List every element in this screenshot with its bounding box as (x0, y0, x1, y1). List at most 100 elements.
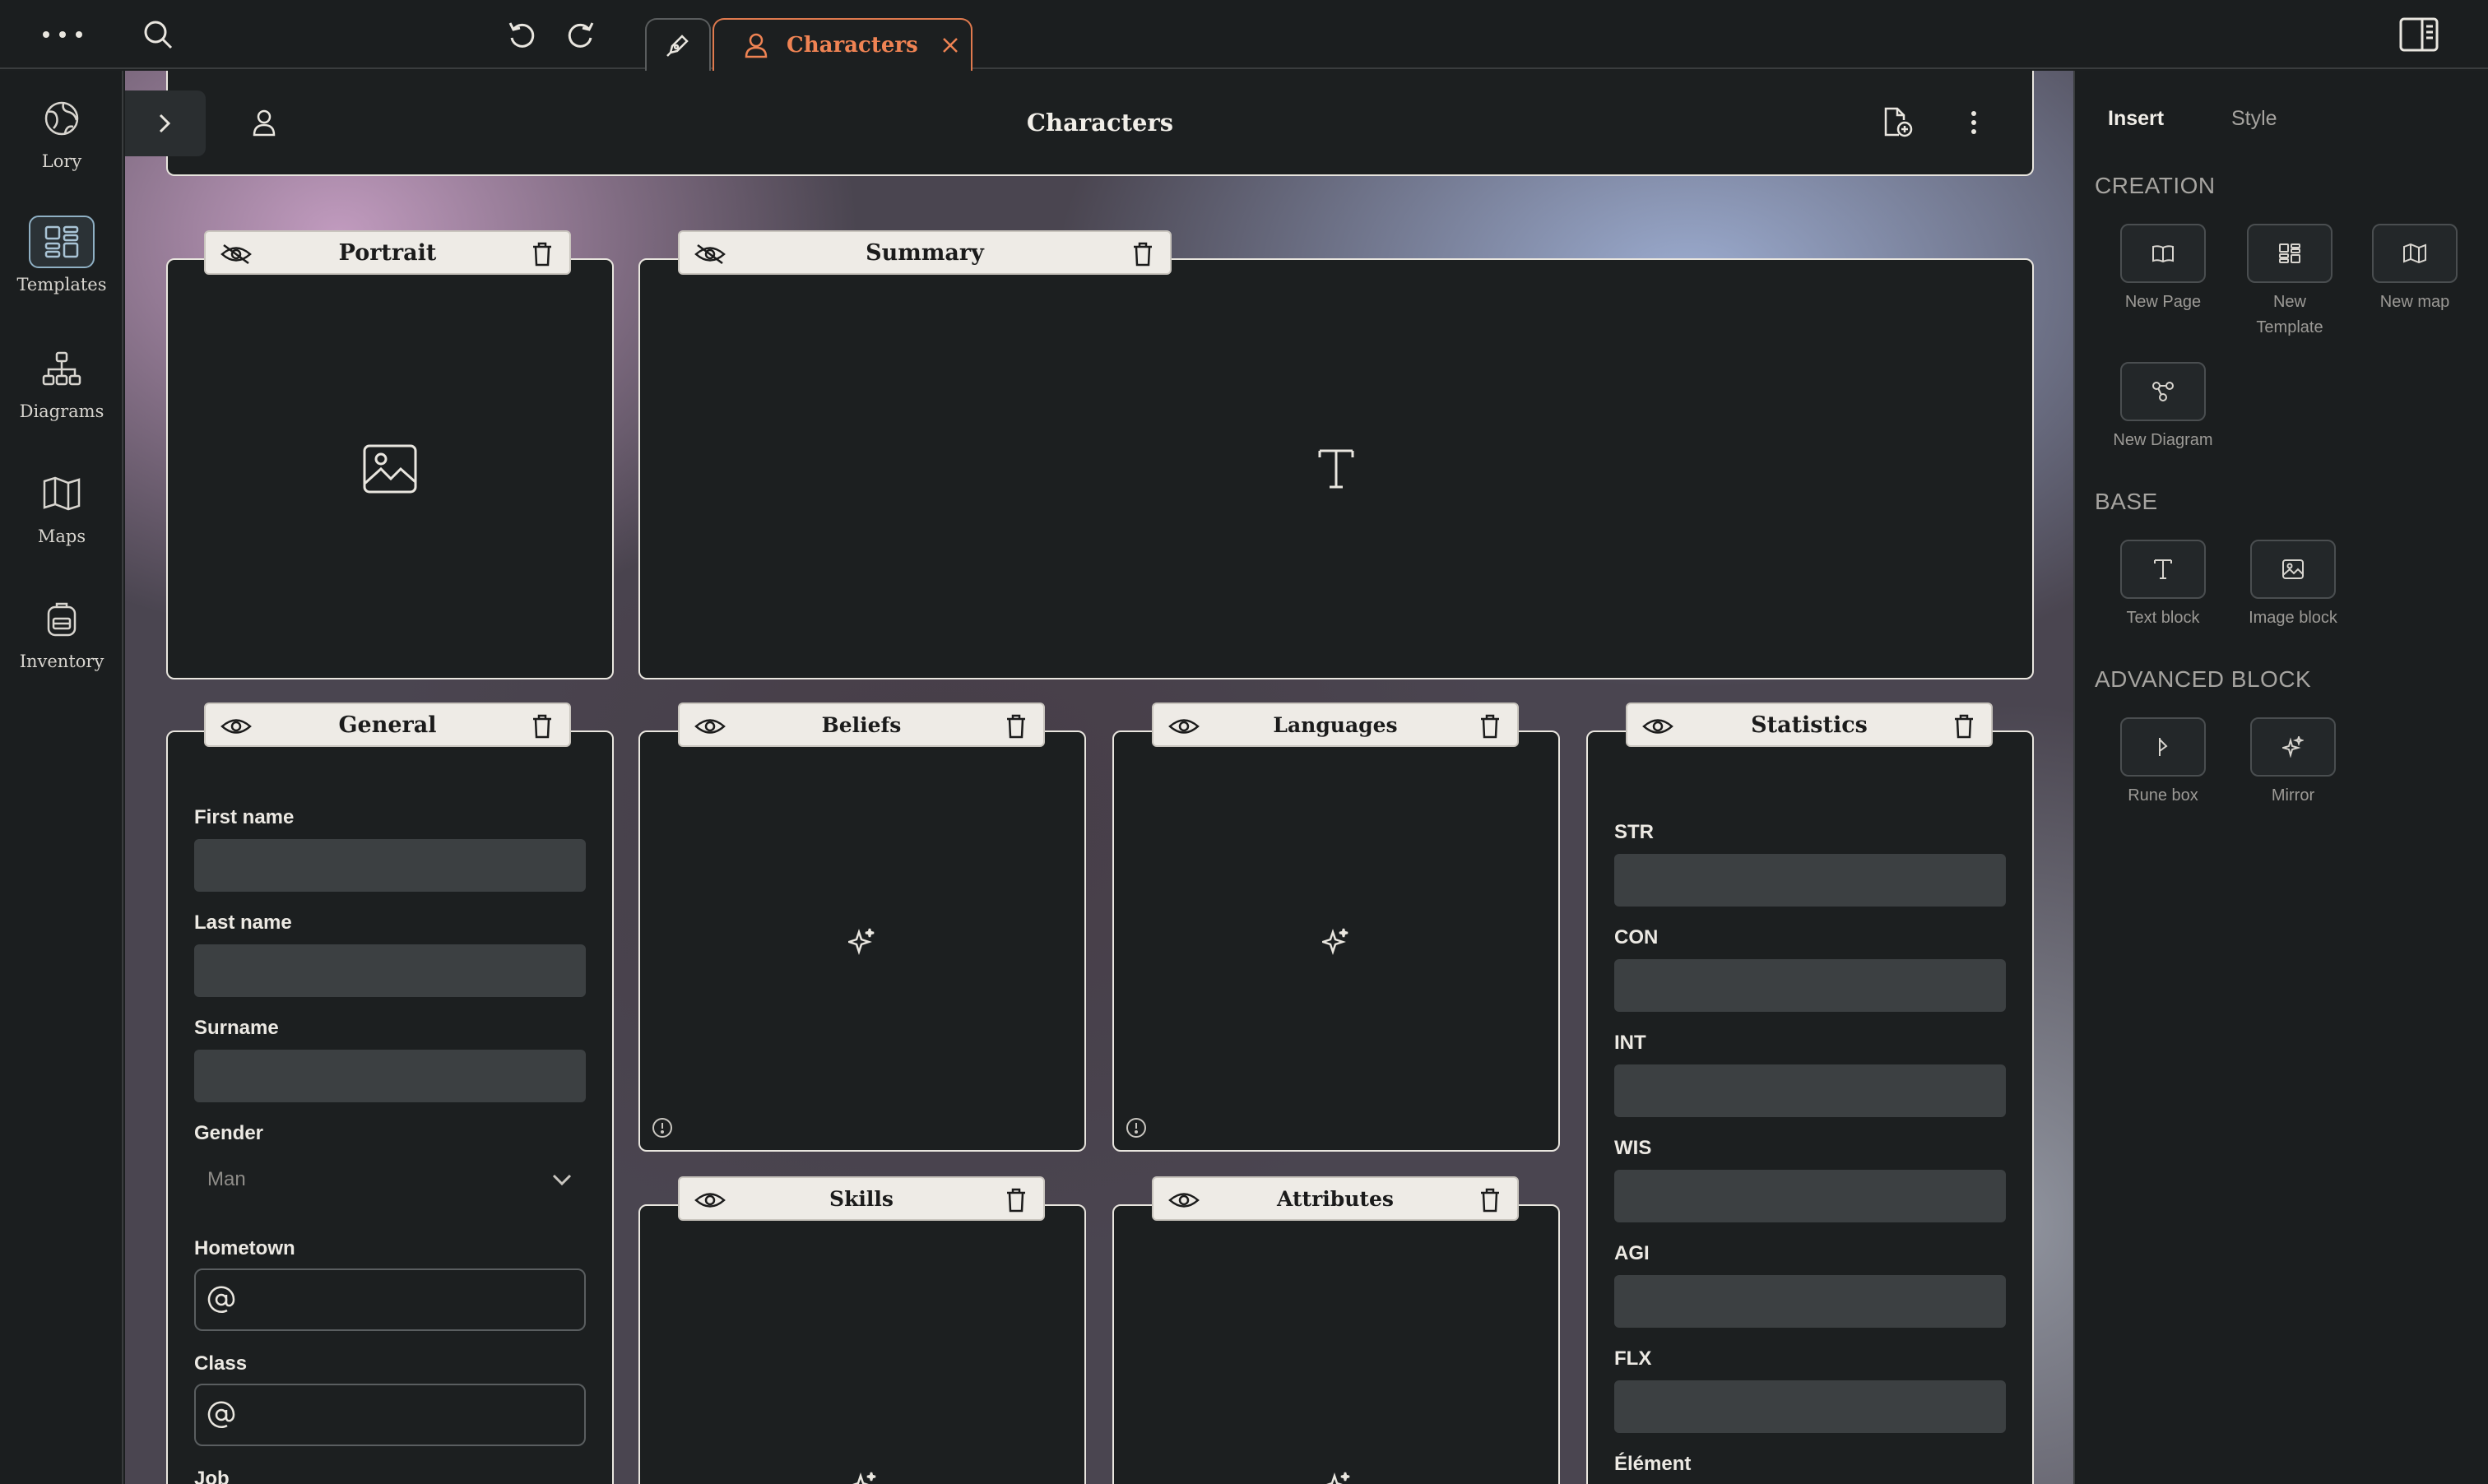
eye-icon[interactable] (694, 1190, 726, 1211)
diagram-icon (2152, 382, 2174, 401)
general-label: General (204, 703, 571, 747)
map-icon (2403, 243, 2426, 263)
add-file-icon[interactable] (1882, 107, 1914, 138)
beliefs-label: Beliefs (678, 703, 1045, 747)
user-icon (745, 33, 768, 58)
chevron-right-icon (159, 114, 171, 133)
trash-icon[interactable] (1132, 242, 1153, 267)
sidebar-item-maps[interactable]: Maps (0, 467, 123, 546)
map-icon (29, 467, 95, 520)
attributes-block[interactable] (1112, 1204, 1560, 1484)
class-field[interactable] (194, 1384, 586, 1446)
portrait-block[interactable] (166, 258, 614, 679)
rune-box-button[interactable]: Rune box (2110, 717, 2216, 809)
eye-icon[interactable] (220, 716, 252, 737)
new-template-button[interactable]: New Template (2236, 224, 2343, 341)
expand-button[interactable] (125, 90, 206, 156)
page-header: Characters (166, 71, 2034, 176)
flx-field[interactable] (1614, 1380, 2006, 1433)
new-page-button[interactable]: New Page (2110, 224, 2216, 315)
wis-field[interactable] (1614, 1170, 2006, 1222)
statistics-block[interactable]: STR CON INT WIS AGI FLX Élément (1586, 730, 2034, 1484)
sidebar-item-label: Templates (16, 275, 107, 294)
diagram-icon (29, 342, 95, 395)
con-label: CON (1614, 926, 1659, 948)
general-block[interactable]: First name Last name Surname Gender Man … (166, 730, 614, 1484)
redo-icon[interactable] (558, 12, 604, 58)
sidebar-item-lory[interactable]: Lory (0, 92, 123, 171)
skills-block[interactable] (638, 1204, 1086, 1484)
advanced-block-heading: ADVANCED BLOCK (2095, 666, 2312, 692)
sidebar-item-label: Lory (41, 151, 82, 171)
sidebar-item-templates[interactable]: Templates (0, 216, 123, 294)
portrait-label: Portrait (204, 230, 571, 275)
new-diagram-button[interactable]: New Diagram (2110, 362, 2216, 453)
sidebar-item-inventory[interactable]: Inventory (0, 592, 123, 671)
beliefs-block[interactable] (638, 730, 1086, 1152)
trash-icon[interactable] (1479, 714, 1501, 739)
image-block-button[interactable]: Image block (2240, 540, 2346, 631)
eye-off-icon[interactable] (694, 243, 726, 265)
text-block-button[interactable]: Text block (2110, 540, 2216, 631)
mirror-button[interactable]: Mirror (2240, 717, 2346, 809)
first-name-field[interactable] (194, 839, 586, 892)
at-icon (207, 1401, 235, 1428)
page-title: Characters (1026, 109, 1174, 137)
surname-label: Surname (194, 1017, 279, 1039)
last-name-field[interactable] (194, 944, 586, 997)
job-label: Job (194, 1468, 230, 1484)
more-options-icon[interactable] (39, 12, 86, 58)
agi-field[interactable] (1614, 1275, 2006, 1328)
toggle-panel-icon[interactable] (2396, 12, 2442, 58)
canvas: Characters Portrait Summary First name L… (125, 71, 2073, 1484)
search-icon[interactable] (135, 12, 181, 58)
trash-icon[interactable] (531, 714, 553, 739)
info-icon[interactable] (1126, 1117, 1147, 1139)
element-label: Élément (1614, 1453, 1692, 1475)
str-field[interactable] (1614, 854, 2006, 907)
right-panel: Insert Style CREATION New Page New Templa… (2073, 71, 2488, 1484)
trash-icon[interactable] (1953, 714, 1975, 739)
undo-icon[interactable] (499, 12, 545, 58)
flx-label: FLX (1614, 1347, 1652, 1370)
gender-value: Man (207, 1168, 246, 1190)
languages-label: Languages (1152, 703, 1519, 747)
surname-field[interactable] (194, 1050, 586, 1102)
trash-icon[interactable] (531, 242, 553, 267)
info-icon[interactable] (652, 1117, 673, 1139)
sidebar-item-diagrams[interactable]: Diagrams (0, 342, 123, 421)
globe-icon (29, 92, 95, 145)
sidebar: Lory Templates Diagrams Maps Inventory (0, 71, 123, 1484)
trash-icon[interactable] (1005, 1188, 1027, 1213)
wis-label: WIS (1614, 1137, 1652, 1159)
sidebar-item-label: Diagrams (19, 401, 104, 421)
trash-icon[interactable] (1479, 1188, 1501, 1213)
image-icon (363, 444, 417, 494)
image-icon (2282, 559, 2304, 579)
tab-style[interactable]: Style (2231, 107, 2277, 131)
book-icon (2152, 245, 2174, 262)
trash-icon[interactable] (1005, 714, 1027, 739)
tab-characters[interactable]: Characters (713, 18, 972, 71)
eye-off-icon[interactable] (220, 243, 252, 265)
gender-select[interactable]: Man (194, 1153, 586, 1206)
con-field[interactable] (1614, 959, 2006, 1012)
int-field[interactable] (1614, 1064, 2006, 1117)
new-map-button[interactable]: New map (2361, 224, 2468, 315)
kebab-menu-icon[interactable] (1970, 110, 1978, 135)
eye-icon[interactable] (1168, 716, 1200, 737)
close-icon[interactable] (941, 36, 959, 54)
backpack-icon (29, 592, 95, 645)
sparkle-icon (1322, 927, 1350, 955)
eye-icon[interactable] (1168, 1190, 1200, 1211)
templates-icon (2279, 243, 2300, 263)
languages-block[interactable] (1112, 730, 1560, 1152)
eye-icon[interactable] (694, 716, 726, 737)
hometown-field[interactable] (194, 1268, 586, 1331)
summary-block[interactable] (638, 258, 2034, 679)
last-name-label: Last name (194, 911, 292, 934)
eye-icon[interactable] (1642, 716, 1673, 737)
statistics-label: Statistics (1626, 703, 1993, 747)
tab-insert[interactable]: Insert (2108, 107, 2164, 131)
tab-edit[interactable] (645, 18, 711, 71)
